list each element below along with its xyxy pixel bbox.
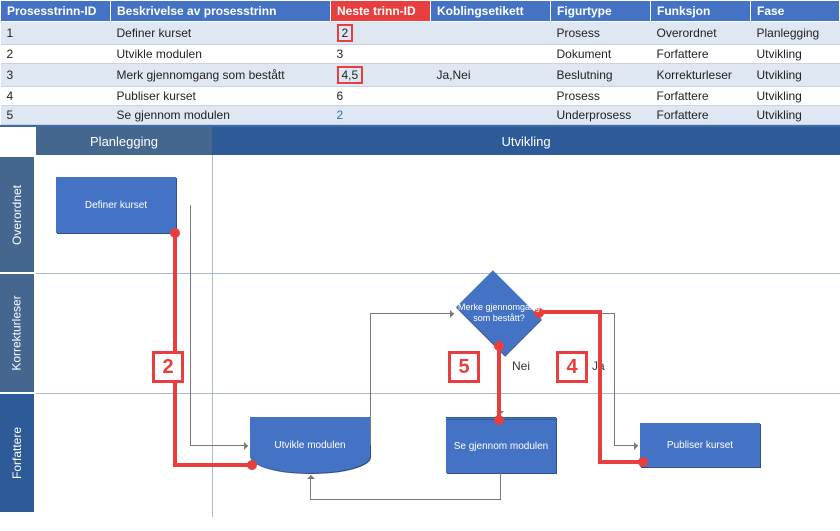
shape-develop: Utvikle modulen (250, 417, 370, 473)
shape-publish: Publiser kurset (640, 423, 760, 467)
connector (370, 313, 454, 314)
cell-role: Forfattere (651, 87, 751, 106)
connector (614, 445, 638, 446)
callout-num-2: 2 (152, 351, 184, 383)
callout-path (538, 310, 602, 314)
col-next: Neste trinn-ID (331, 1, 431, 22)
callout-num-5: 5 (448, 351, 480, 383)
callout-path (497, 345, 501, 419)
cell-shape: Dokument (551, 45, 651, 64)
callout-path (598, 310, 602, 464)
col-id: Prosesstrinn-ID (1, 1, 111, 22)
connector (190, 445, 248, 446)
callout-dot (638, 457, 648, 467)
callout-dot (247, 460, 257, 470)
table-row: 5Se gjennom modulen2 UnderprosessForfatte… (1, 106, 840, 125)
table-row: 4Publiser kurset6 ProsessForfattereUtvikl… (1, 87, 840, 106)
swimlane-diagram: Planlegging Utvikling Overordnet Korrekt… (0, 125, 840, 517)
cell-id: 1 (1, 22, 111, 45)
table-header-row: Prosesstrinn-ID Beskrivelse av prosesstr… (1, 1, 840, 22)
phase-header-planning: Planlegging (36, 127, 212, 155)
cell-role: Overordnet (651, 22, 751, 45)
cell-phase: Utvikling (751, 64, 840, 87)
shape-decision: Merke gjennomgang som bestått? (451, 277, 547, 349)
shape-review: Se gjennom modulen (446, 417, 556, 473)
cell-next: 2 (331, 22, 431, 45)
cell-phase: Planlegging (751, 22, 840, 45)
shape-define: Definer kurset (56, 177, 176, 233)
col-role: Funksjon (651, 1, 751, 22)
lane-header-overordnet: Overordnet (0, 157, 34, 272)
cell-id: 2 (1, 45, 111, 64)
cell-shape: Underprosess (551, 106, 651, 125)
cell-phase: Utvikling (751, 45, 840, 64)
table-row: 2Utvikle modulen3 DokumentForfattereUtvik… (1, 45, 840, 64)
lane-divider (36, 273, 840, 274)
lane-header-forfattere: Forfattere (0, 394, 34, 512)
process-table: Prosesstrinn-ID Beskrivelse av prosesstr… (0, 0, 840, 125)
col-shape: Figurtype (551, 1, 651, 22)
cell-phase: Utvikling (751, 87, 840, 106)
table-row: 1Definer kurset2 ProsessOverordnetPlanleg… (1, 22, 840, 45)
lane-header-korrekturleser: Korrekturleser (0, 274, 34, 392)
cell-phase: Utvikling (751, 106, 840, 125)
cell-label (431, 87, 551, 106)
connector (500, 473, 501, 499)
cell-label (431, 22, 551, 45)
cell-role: Korrekturleser (651, 64, 751, 87)
cell-label (431, 45, 551, 64)
cell-role: Forfattere (651, 45, 751, 64)
cell-shape: Prosess (551, 22, 651, 45)
cell-desc: Utvikle modulen (111, 45, 331, 64)
cell-next: 6 (331, 87, 431, 106)
cell-id: 3 (1, 64, 111, 87)
edge-label-no: Nei (512, 359, 530, 373)
callout-path (173, 231, 177, 467)
cell-role: Forfattere (651, 106, 751, 125)
connector (310, 499, 501, 500)
cell-shape: Prosess (551, 87, 651, 106)
cell-desc: Se gjennom modulen (111, 106, 331, 125)
cell-shape: Beslutning (551, 64, 651, 87)
callout-path (173, 463, 251, 467)
table-row: 3Merk gjennomgang som bestått4,5Ja,NeiBe… (1, 64, 840, 87)
col-phase: Fase (751, 1, 840, 22)
cell-next: 4,5 (331, 64, 431, 87)
callout-num-4: 4 (556, 351, 588, 383)
cell-desc: Definer kurset (111, 22, 331, 45)
col-label: Koblingsetikett (431, 1, 551, 22)
cell-label: Ja,Nei (431, 64, 551, 87)
connector (370, 313, 371, 445)
col-desc: Beskrivelse av prosesstrinn (111, 1, 331, 22)
cell-next: 2 (331, 106, 431, 125)
cell-id: 4 (1, 87, 111, 106)
cell-desc: Merk gjennomgang som bestått (111, 64, 331, 87)
cell-next: 3 (331, 45, 431, 64)
lane-divider (36, 393, 840, 394)
callout-path (598, 460, 642, 464)
connector (310, 475, 311, 500)
phase-header-development: Utvikling (212, 127, 840, 155)
connector (190, 205, 191, 445)
cell-desc: Publiser kurset (111, 87, 331, 106)
cell-label (431, 106, 551, 125)
cell-id: 5 (1, 106, 111, 125)
callout-dot (494, 415, 504, 425)
connector (614, 313, 615, 445)
